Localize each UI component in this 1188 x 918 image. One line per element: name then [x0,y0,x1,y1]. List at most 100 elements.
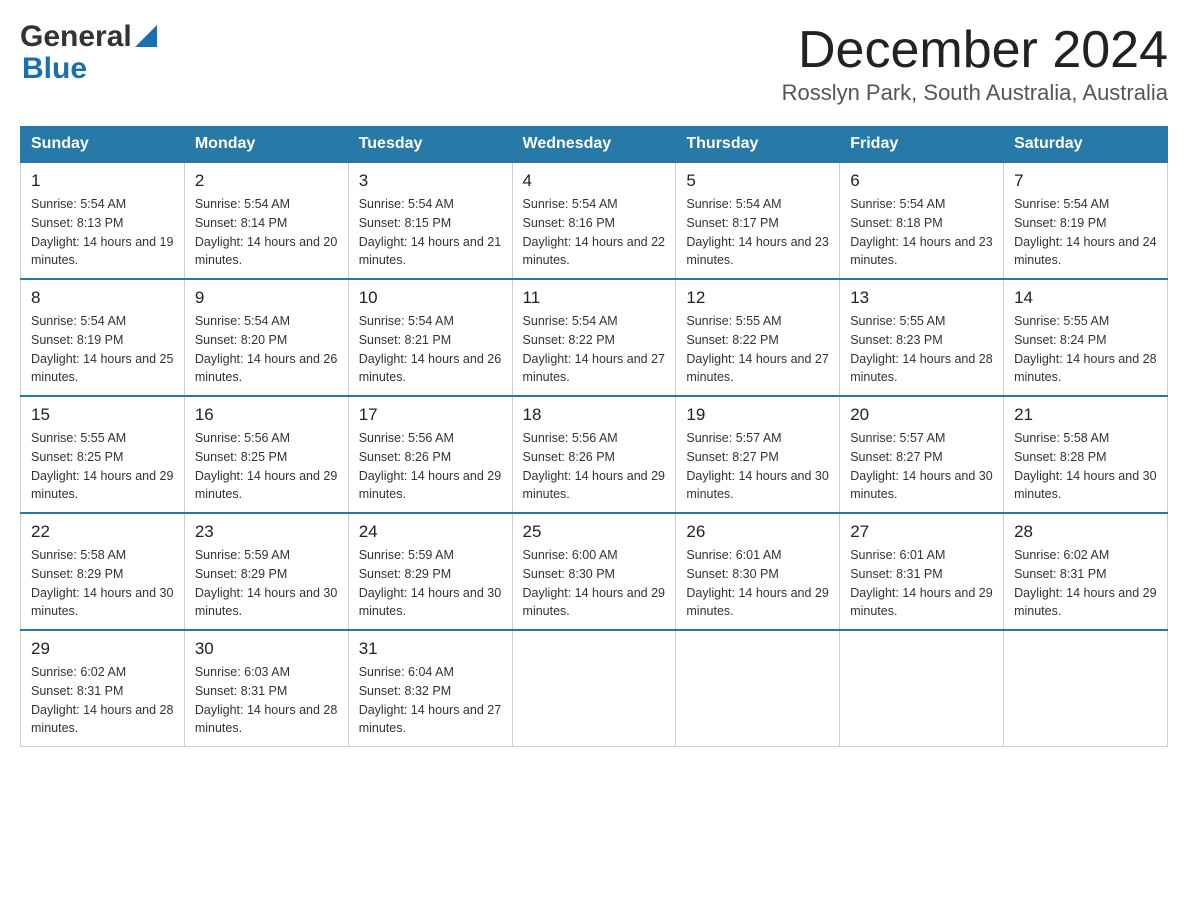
month-year-title: December 2024 [782,20,1168,80]
day-number: 18 [523,405,666,425]
day-info: Sunrise: 5:56 AMSunset: 8:25 PMDaylight:… [195,429,338,504]
day-number: 3 [359,171,502,191]
day-cell-30: 30 Sunrise: 6:03 AMSunset: 8:31 PMDayligh… [184,630,348,747]
day-info: Sunrise: 6:03 AMSunset: 8:31 PMDaylight:… [195,663,338,738]
weekday-header-monday: Monday [184,127,348,163]
day-cell-18: 18Sunrise: 5:56 AMSunset: 8:26 PMDayligh… [512,396,676,513]
day-info: Sunrise: 6:02 AMSunset: 8:31 PMDaylight:… [1014,546,1157,621]
weekday-header-saturday: Saturday [1004,127,1168,163]
day-info: Sunrise: 5:59 AMSunset: 8:29 PMDaylight:… [195,546,338,621]
logo-blue-text: Blue [22,52,87,86]
day-cell-2: 2 Sunrise: 5:54 AMSunset: 8:14 PMDaylight… [184,162,348,279]
day-number: 10 [359,288,502,308]
day-cell-27: 27 Sunrise: 6:01 AMSunset: 8:31 PMDayligh… [840,513,1004,630]
day-number: 23 [195,522,338,542]
day-number: 22 [31,522,174,542]
day-number: 19 [686,405,829,425]
day-info: Sunrise: 5:54 AMSunset: 8:20 PMDaylight:… [195,312,338,387]
day-number: 11 [523,288,666,308]
day-cell-1: 1 Sunrise: 5:54 AMSunset: 8:13 PMDaylight… [21,162,185,279]
day-number: 15 [31,405,174,425]
day-number: 2 [195,171,338,191]
day-cell-31: 31Sunrise: 6:04 AMSunset: 8:32 PMDayligh… [348,630,512,747]
day-cell-6: 6 Sunrise: 5:54 AMSunset: 8:18 PMDaylight… [840,162,1004,279]
weekday-header-sunday: Sunday [21,127,185,163]
day-info: Sunrise: 5:54 AMSunset: 8:21 PMDaylight:… [359,312,502,387]
day-number: 24 [359,522,502,542]
day-number: 25 [523,522,666,542]
day-info: Sunrise: 5:55 AMSunset: 8:24 PMDaylight:… [1014,312,1157,387]
day-number: 7 [1014,171,1157,191]
day-cell-16: 16 Sunrise: 5:56 AMSunset: 8:25 PMDayligh… [184,396,348,513]
day-info: Sunrise: 5:54 AMSunset: 8:17 PMDaylight:… [686,195,829,270]
day-number: 9 [195,288,338,308]
day-cell-25: 25 Sunrise: 6:00 AMSunset: 8:30 PMDayligh… [512,513,676,630]
calendar-week-row: 29 Sunrise: 6:02 AMSunset: 8:31 PMDayligh… [21,630,1168,747]
day-cell-13: 13 Sunrise: 5:55 AMSunset: 8:23 PMDayligh… [840,279,1004,396]
day-info: Sunrise: 5:54 AMSunset: 8:15 PMDaylight:… [359,195,502,270]
day-info: Sunrise: 6:00 AMSunset: 8:30 PMDaylight:… [523,546,666,621]
day-cell-23: 23 Sunrise: 5:59 AMSunset: 8:29 PMDayligh… [184,513,348,630]
day-number: 16 [195,405,338,425]
day-cell-9: 9 Sunrise: 5:54 AMSunset: 8:20 PMDaylight… [184,279,348,396]
day-number: 21 [1014,405,1157,425]
day-cell-26: 26 Sunrise: 6:01 AMSunset: 8:30 PMDayligh… [676,513,840,630]
day-number: 27 [850,522,993,542]
day-number: 1 [31,171,174,191]
day-number: 6 [850,171,993,191]
day-info: Sunrise: 5:54 AMSunset: 8:19 PMDaylight:… [31,312,174,387]
day-cell-14: 14Sunrise: 5:55 AMSunset: 8:24 PMDayligh… [1004,279,1168,396]
day-info: Sunrise: 5:54 AMSunset: 8:13 PMDaylight:… [31,195,174,270]
day-info: Sunrise: 5:54 AMSunset: 8:18 PMDaylight:… [850,195,993,270]
logo: General Blue [20,20,157,86]
weekday-header-tuesday: Tuesday [348,127,512,163]
calendar-week-row: 22 Sunrise: 5:58 AMSunset: 8:29 PMDayligh… [21,513,1168,630]
day-info: Sunrise: 5:59 AMSunset: 8:29 PMDaylight:… [359,546,502,621]
calendar-header-row: SundayMondayTuesdayWednesdayThursdayFrid… [21,127,1168,163]
calendar-week-row: 8Sunrise: 5:54 AMSunset: 8:19 PMDaylight… [21,279,1168,396]
day-cell-28: 28 Sunrise: 6:02 AMSunset: 8:31 PMDayligh… [1004,513,1168,630]
day-info: Sunrise: 6:01 AMSunset: 8:31 PMDaylight:… [850,546,993,621]
calendar-week-row: 15 Sunrise: 5:55 AMSunset: 8:25 PMDayligh… [21,396,1168,513]
weekday-header-wednesday: Wednesday [512,127,676,163]
day-cell-22: 22 Sunrise: 5:58 AMSunset: 8:29 PMDayligh… [21,513,185,630]
day-cell-11: 11 Sunrise: 5:54 AMSunset: 8:22 PMDayligh… [512,279,676,396]
day-number: 4 [523,171,666,191]
day-cell-21: 21 Sunrise: 5:58 AMSunset: 8:28 PMDayligh… [1004,396,1168,513]
day-info: Sunrise: 5:55 AMSunset: 8:25 PMDaylight:… [31,429,174,504]
day-cell-4: 4Sunrise: 5:54 AMSunset: 8:16 PMDaylight… [512,162,676,279]
logo-general-text: General [20,20,132,54]
empty-day-cell [840,630,1004,747]
day-number: 13 [850,288,993,308]
day-info: Sunrise: 5:56 AMSunset: 8:26 PMDaylight:… [359,429,502,504]
day-number: 29 [31,639,174,659]
day-number: 12 [686,288,829,308]
day-info: Sunrise: 5:58 AMSunset: 8:29 PMDaylight:… [31,546,174,621]
day-info: Sunrise: 5:54 AMSunset: 8:14 PMDaylight:… [195,195,338,270]
day-cell-10: 10 Sunrise: 5:54 AMSunset: 8:21 PMDayligh… [348,279,512,396]
day-info: Sunrise: 5:55 AMSunset: 8:23 PMDaylight:… [850,312,993,387]
day-cell-7: 7Sunrise: 5:54 AMSunset: 8:19 PMDaylight… [1004,162,1168,279]
calendar-week-row: 1 Sunrise: 5:54 AMSunset: 8:13 PMDaylight… [21,162,1168,279]
day-number: 17 [359,405,502,425]
day-info: Sunrise: 5:54 AMSunset: 8:22 PMDaylight:… [523,312,666,387]
day-info: Sunrise: 5:58 AMSunset: 8:28 PMDaylight:… [1014,429,1157,504]
day-cell-29: 29 Sunrise: 6:02 AMSunset: 8:31 PMDayligh… [21,630,185,747]
day-number: 28 [1014,522,1157,542]
day-number: 30 [195,639,338,659]
day-cell-12: 12Sunrise: 5:55 AMSunset: 8:22 PMDayligh… [676,279,840,396]
empty-day-cell [1004,630,1168,747]
day-cell-15: 15 Sunrise: 5:55 AMSunset: 8:25 PMDayligh… [21,396,185,513]
day-cell-3: 3 Sunrise: 5:54 AMSunset: 8:15 PMDaylight… [348,162,512,279]
day-number: 26 [686,522,829,542]
day-info: Sunrise: 6:01 AMSunset: 8:30 PMDaylight:… [686,546,829,621]
day-info: Sunrise: 6:02 AMSunset: 8:31 PMDaylight:… [31,663,174,738]
day-cell-17: 17 Sunrise: 5:56 AMSunset: 8:26 PMDayligh… [348,396,512,513]
day-cell-5: 5Sunrise: 5:54 AMSunset: 8:17 PMDaylight… [676,162,840,279]
day-info: Sunrise: 5:57 AMSunset: 8:27 PMDaylight:… [686,429,829,504]
day-cell-20: 20Sunrise: 5:57 AMSunset: 8:27 PMDayligh… [840,396,1004,513]
page-header: General Blue December 2024 Rosslyn Park,… [20,20,1168,106]
day-cell-19: 19 Sunrise: 5:57 AMSunset: 8:27 PMDayligh… [676,396,840,513]
title-block: December 2024 Rosslyn Park, South Austra… [782,20,1168,106]
logo-triangle-icon [135,25,157,47]
